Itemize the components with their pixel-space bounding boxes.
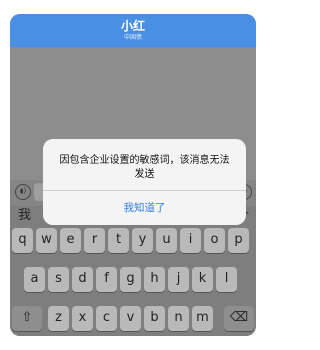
- key[interactable]: m: [192, 306, 213, 331]
- key[interactable]: v: [120, 306, 141, 331]
- chat-title: 小红: [120, 19, 145, 33]
- key[interactable]: k: [192, 267, 213, 292]
- voice-icon[interactable]: ◖): [15, 184, 31, 200]
- chat-header: 小红 中国债: [10, 14, 256, 47]
- key[interactable]: q: [12, 228, 33, 253]
- keyboard: 我 你 不 在 这 一 是 有 ^ q w e r t y u i o p a …: [10, 206, 256, 336]
- key[interactable]: s: [48, 267, 69, 292]
- key[interactable]: g: [120, 267, 141, 292]
- phone-screen: 小红 中国债 ◖) + 我 你 不 在 这 一 是 有 ^ q w e r t …: [10, 14, 256, 336]
- key[interactable]: e: [60, 228, 81, 253]
- chat-subtitle: 中国债: [123, 34, 142, 41]
- key[interactable]: i: [180, 228, 201, 253]
- key[interactable]: t: [108, 228, 129, 253]
- key[interactable]: r: [84, 228, 105, 253]
- key[interactable]: n: [168, 306, 189, 331]
- key[interactable]: c: [96, 306, 117, 331]
- key[interactable]: d: [72, 267, 93, 292]
- dialog-ok-button[interactable]: 我知道了: [43, 191, 246, 225]
- key[interactable]: l: [216, 267, 237, 292]
- key[interactable]: w: [36, 228, 57, 253]
- delete-key[interactable]: ⌫: [224, 306, 254, 331]
- dialog-message: 因包含企业设置的敏感词，该消息无法发送: [59, 155, 230, 180]
- shift-key[interactable]: ⇧: [12, 306, 42, 331]
- key[interactable]: f: [96, 267, 117, 292]
- key[interactable]: j: [168, 267, 189, 292]
- alert-dialog: 因包含企业设置的敏感词，该消息无法发送 我知道了: [43, 139, 246, 225]
- key[interactable]: x: [72, 306, 93, 331]
- key[interactable]: a: [24, 267, 45, 292]
- key[interactable]: z: [48, 306, 69, 331]
- key[interactable]: b: [144, 306, 165, 331]
- key[interactable]: u: [156, 228, 177, 253]
- key[interactable]: p: [228, 228, 249, 253]
- key[interactable]: y: [132, 228, 153, 253]
- key[interactable]: h: [144, 267, 165, 292]
- key[interactable]: o: [204, 228, 225, 253]
- candidate-word[interactable]: 我: [18, 208, 31, 224]
